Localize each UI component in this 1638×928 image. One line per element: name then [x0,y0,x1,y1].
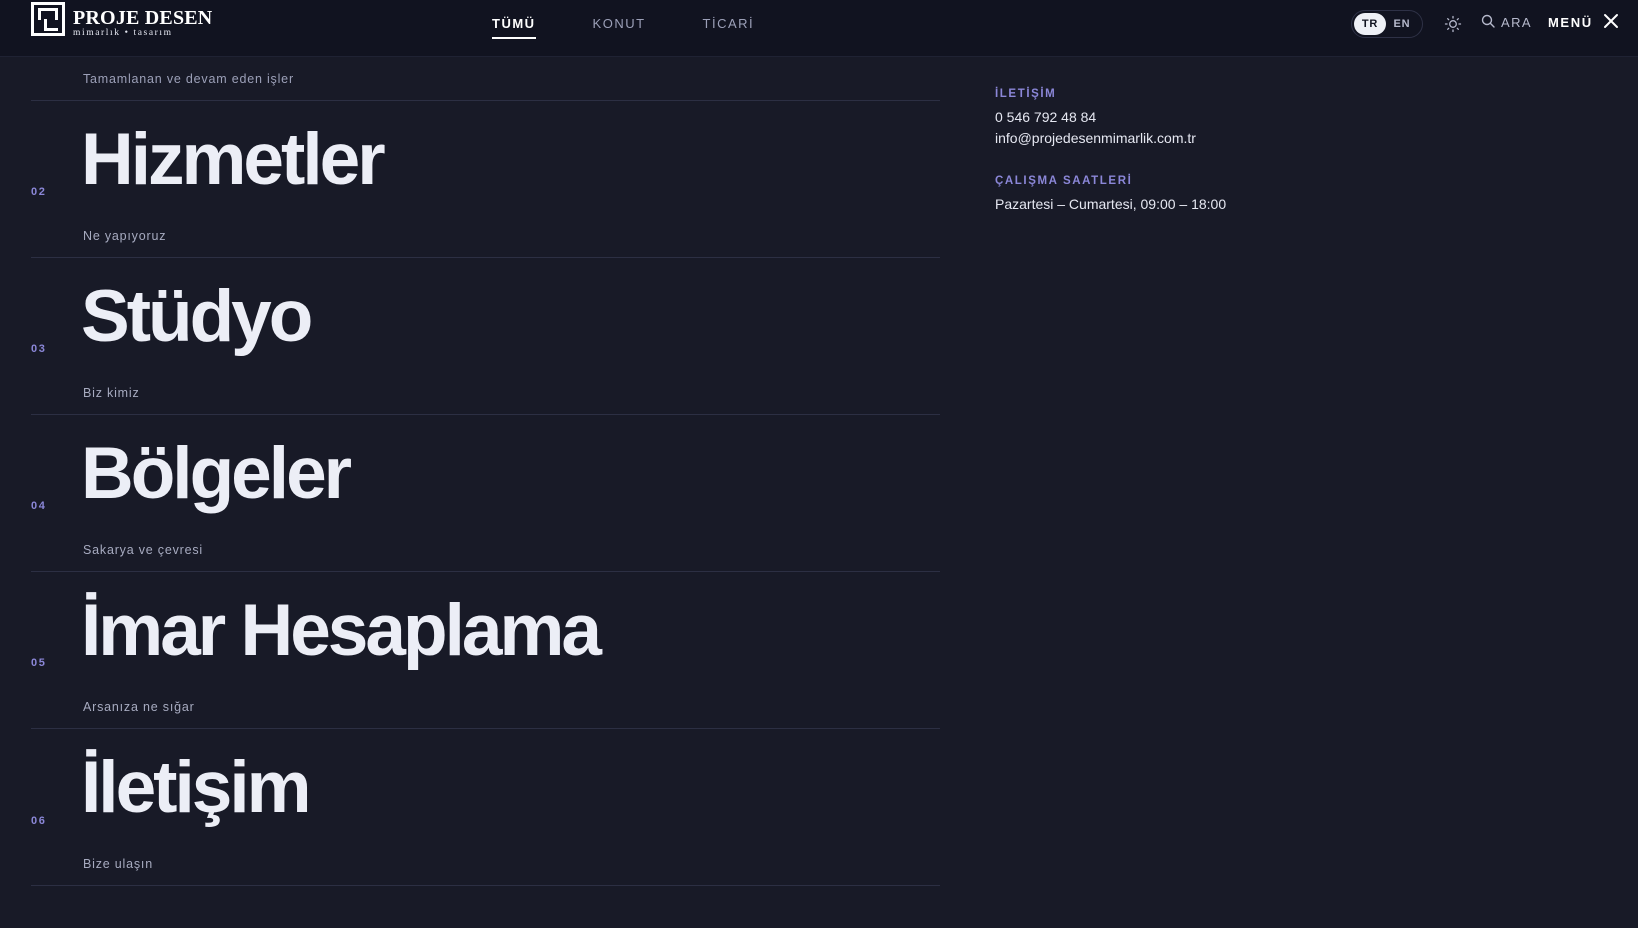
sun-icon[interactable] [1444,15,1462,33]
menu-item-services[interactable]: 02 Hizmetler Ne yapıyoruz [31,101,940,258]
tab-commercial[interactable]: TİCARİ [703,16,755,39]
menu-close-button[interactable]: MENÜ [1548,13,1619,32]
tab-residential[interactable]: KONUT [593,16,646,39]
top-navbar: PROJE DESEN mimarlık • tasarım TÜMÜ KONU… [0,0,1638,57]
projects-subtitle: Tamamlanan ve devam eden işler [83,72,294,86]
phone-link[interactable]: 0 546 792 48 84 [995,109,1096,125]
item-subtitle: Bize ulaşın [83,857,153,871]
email-link[interactable]: info@projedesenmimarlik.com.tr [995,130,1196,146]
logo-subtitle: mimarlık • tasarım [73,28,173,38]
item-number: 04 [31,500,47,512]
item-title: İmar Hesaplama [81,590,602,671]
item-title: Hizmetler [81,119,386,200]
logo-text: PROJE DESEN mimarlık • tasarım [73,2,212,39]
item-subtitle: Sakarya ve çevresi [83,543,203,557]
item-subtitle: Biz kimiz [83,386,140,400]
item-subtitle: Ne yapıyoruz [83,229,167,243]
item-title: İletişim [81,747,312,828]
logo-title: PROJE DESEN [73,7,213,29]
menu-item-regions[interactable]: 04 Bölgeler Sakarya ve çevresi [31,415,940,572]
menu-label: MENÜ [1548,15,1593,30]
contact-label: İLETİŞİM [995,88,1057,100]
item-title: Bölgeler [81,433,352,514]
language-tr-button[interactable]: TR [1354,13,1386,35]
working-hours-label: ÇALIŞMA SAATLERİ [995,175,1133,187]
item-number: 06 [31,815,47,827]
menu-item-studio[interactable]: 03 Stüdyo Biz kimiz [31,258,940,415]
divider [31,885,940,886]
language-en-button[interactable]: EN [1386,13,1418,35]
search-button[interactable]: ARA [1481,14,1532,31]
item-number: 02 [31,186,47,198]
working-hours-text: Pazartesi – Cumartesi, 09:00 – 18:00 [995,196,1227,212]
item-number: 03 [31,343,47,355]
logo[interactable]: PROJE DESEN mimarlık • tasarım [31,2,212,39]
item-subtitle: Arsanıza ne sığar [83,700,195,714]
item-number: 05 [31,657,47,669]
search-icon [1481,14,1495,31]
item-title: Stüdyo [81,276,313,357]
search-label: ARA [1501,15,1532,30]
tab-all[interactable]: TÜMÜ [492,16,536,39]
menu-item-contact[interactable]: 06 İletişim Bize ulaşın [31,729,940,886]
language-toggle: TR EN [1351,10,1423,38]
category-tabs: TÜMÜ KONUT TİCARİ [492,16,811,39]
logo-mark-icon [31,2,65,36]
menu-item-zoning-calculator[interactable]: 05 İmar Hesaplama Arsanıza ne sığar [31,572,940,729]
close-icon [1603,13,1619,32]
